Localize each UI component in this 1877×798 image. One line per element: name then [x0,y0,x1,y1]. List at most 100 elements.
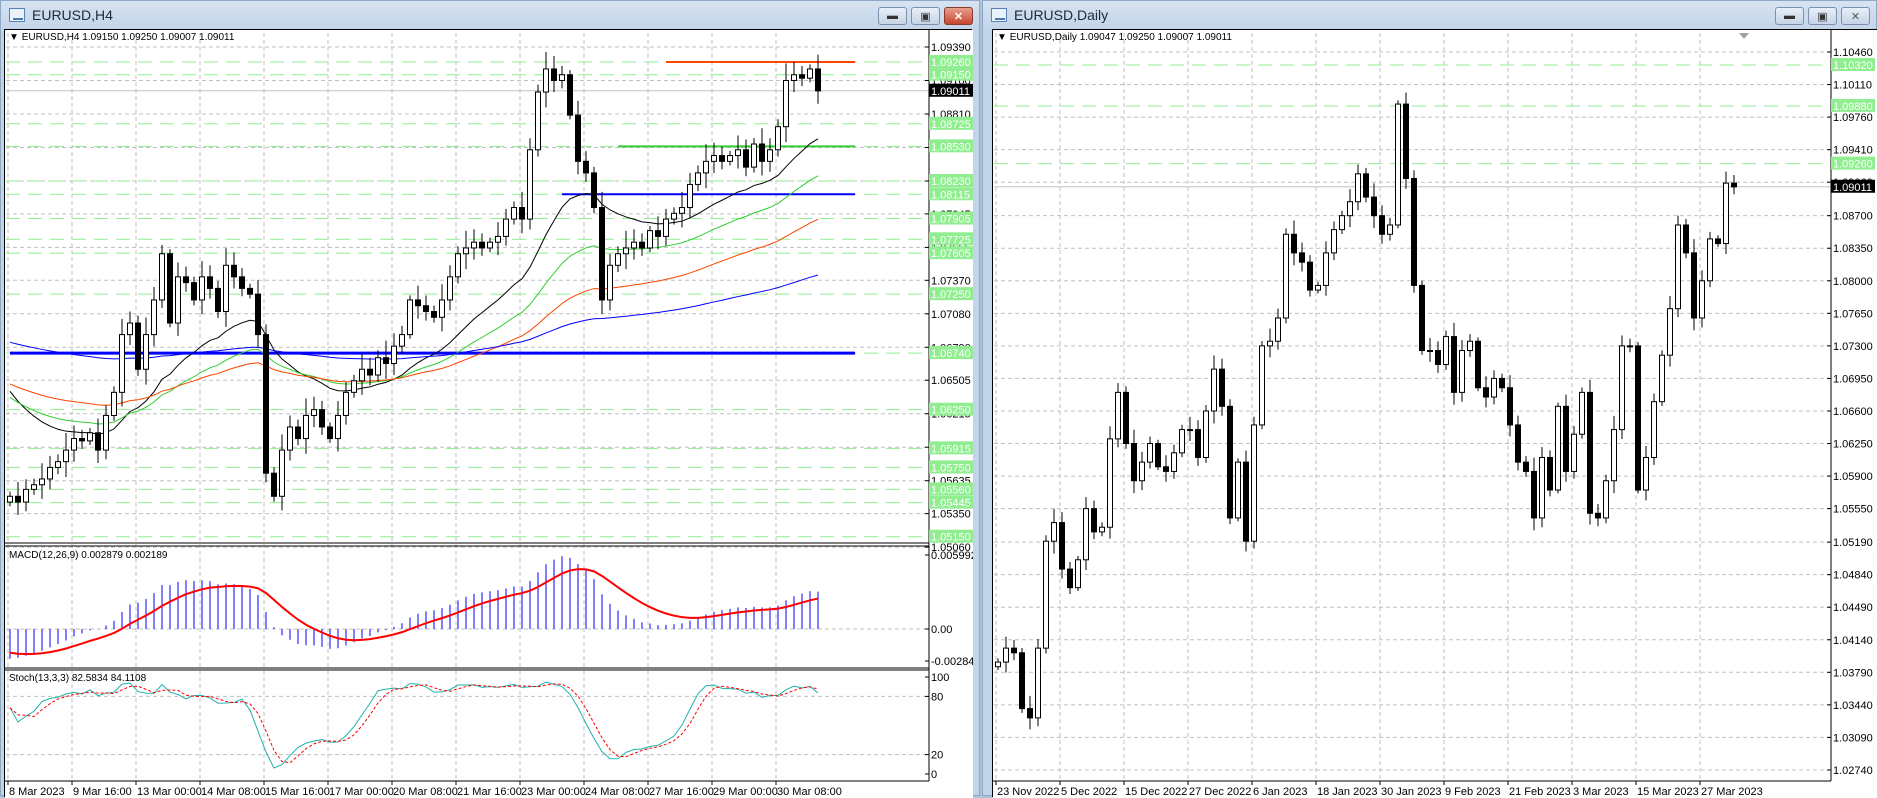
maximize-button[interactable]: ▣ [911,7,940,25]
bull-candle [1283,233,1289,319]
bear-candle [183,276,189,284]
bear-candle [1475,340,1481,389]
bull-candle [735,149,741,157]
time-label: 30 Jan 2023 [1381,786,1442,798]
level-label: 1.07605 [931,248,971,260]
bull-candle [767,149,773,162]
bull-candle [279,449,285,497]
bull-candle [87,432,93,442]
bear-candle [1507,387,1513,426]
bull-candle [631,241,637,249]
current-price-label: 1.09011 [1833,182,1872,194]
bear-candle [1419,284,1425,352]
close-button[interactable]: ✕ [1841,7,1870,25]
bear-candle [1091,508,1097,533]
bull-candle [703,160,709,174]
bear-candle [479,241,485,249]
bear-candle [1307,261,1313,291]
bear-candle [1587,391,1593,514]
bull-candle [1043,540,1049,649]
bear-candle [191,282,197,301]
time-label: 14 Mar 08:00 [201,786,266,798]
axis-label: 0 [931,769,937,781]
bear-candle [1483,387,1489,398]
bear-candle [1595,512,1601,519]
maximize-button[interactable]: ▣ [1808,7,1837,25]
daily-chart-window: EURUSD,Daily ▬ ▣ ✕ 23 Nov 2022 5 Dec 2022… [982,0,1877,798]
ohlc-readout: EURUSD,Daily 1.09047 1.09250 1.09007 1.0… [1009,32,1232,43]
time-label: 9 Feb 2023 [1445,786,1501,798]
axis-label: 1.09410 [1833,145,1873,157]
axis-label: 1.09390 [931,42,971,54]
bear-candle [799,74,805,79]
bear-candle [567,74,573,116]
axis-label: 1.04840 [1833,570,1873,582]
bull-candle [1539,456,1545,519]
level-label: 1.09150 [931,70,971,82]
axis-label: 1.08350 [1833,243,1873,255]
level-label: 1.05560 [931,484,971,496]
axis-label: 20 [931,750,943,762]
bull-candle [71,438,77,451]
minimize-button[interactable]: ▬ [1775,7,1804,25]
bull-candle [1259,345,1265,426]
axis-label: 0.00 [931,624,952,636]
bull-candle [111,391,117,416]
bear-candle [551,68,557,81]
bear-candle [1123,391,1129,445]
bull-candle [1275,317,1281,342]
bull-candle [223,264,229,312]
daily-chart-area[interactable]: 23 Nov 2022 5 Dec 2022 15 Dec 2022 27 Dec 2… [992,29,1877,798]
level-label: 1.07905 [931,214,971,226]
chart-window-icon [9,8,25,22]
bear-candle [1515,424,1521,463]
axis-label: 1.02740 [1833,765,1873,777]
bull-candle [63,449,69,463]
bear-candle [655,230,661,237]
bear-candle [327,426,333,440]
close-button[interactable]: ✕ [944,7,973,25]
time-label: 27 Dec 2022 [1189,786,1251,798]
bear-candle [1019,652,1025,710]
title-bar[interactable]: EURUSD,Daily ▬ ▣ ✕ [983,1,1876,29]
bear-candle [1371,196,1377,217]
title-bar[interactable]: EURUSD,H4 ▬ ▣ ✕ [1,1,979,29]
axis-label: 80 [931,691,943,703]
bull-candle [1619,345,1625,431]
bull-candle [511,207,517,220]
bull-candle [471,241,477,249]
time-label: 21 Feb 2023 [1509,786,1571,798]
bear-candle [1067,568,1073,589]
level-label: 1.09880 [1833,101,1873,113]
bull-candle [1659,354,1665,403]
h4-chart-area[interactable]: 8 Mar 2023 9 Mar 16:00 13 Mar 00:00 14 Mar … [4,29,973,798]
bull-candle [1139,461,1145,482]
bull-candle [1347,201,1353,217]
bull-candle [623,247,629,255]
bull-candle [1603,480,1609,519]
time-label: 27 Mar 2023 [1701,786,1763,798]
bear-candle [1451,336,1457,393]
window-title: EURUSD,Daily [1014,7,1109,23]
bear-candle [1363,173,1369,198]
bear-candle [79,438,85,442]
bull-candle [1339,215,1345,231]
axis-label: 1.06250 [1833,439,1873,451]
bull-candle [1667,308,1673,356]
bull-candle [463,247,469,255]
bull-candle [159,253,165,301]
bull-candle [1427,350,1433,353]
level-label: 1.05915 [931,443,971,455]
bull-candle [607,264,613,301]
bull-candle [1035,647,1041,719]
axis-label: 1.03440 [1833,700,1873,712]
level-label: 1.05750 [931,462,971,474]
minimize-button[interactable]: ▬ [878,7,907,25]
time-label: 13 Mar 00:00 [137,786,202,798]
bear-candle [207,276,213,289]
level-label: 1.07250 [931,289,971,301]
stoch-label: Stoch(13,3,3) 82.5834 84.1108 [9,673,147,684]
bull-candle [1235,461,1241,519]
time-label: 18 Jan 2023 [1317,786,1378,798]
bull-candle [1443,336,1449,365]
